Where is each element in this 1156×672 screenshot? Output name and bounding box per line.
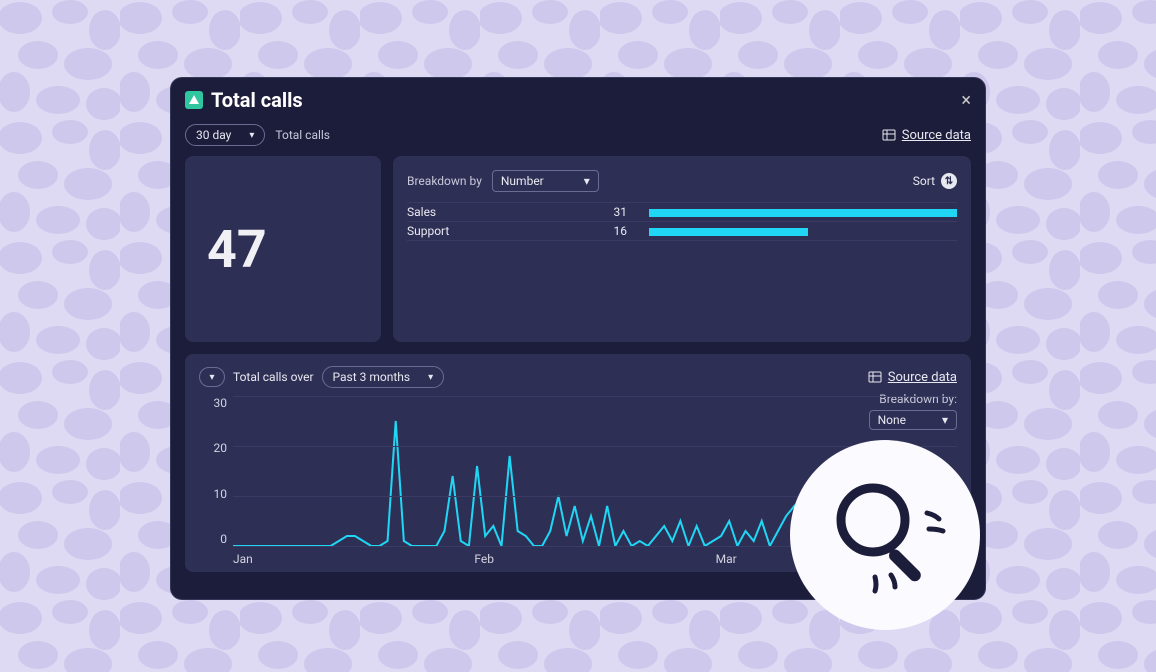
time-range-select[interactable]: 30 day ▾: [185, 124, 265, 146]
source-data-link-top[interactable]: Source data: [882, 128, 971, 143]
kpi-panel: 47: [185, 156, 381, 342]
x-tick-label: Jan: [233, 552, 474, 566]
y-tick-label: 20: [214, 441, 228, 455]
chevron-down-icon: ▾: [428, 372, 433, 383]
chevron-down-icon: ▾: [209, 372, 214, 383]
breakdown-row-name: Support: [407, 224, 597, 238]
chart-options-button[interactable]: ▾: [199, 367, 225, 387]
chart-y-axis: 30 20 10 0: [199, 396, 233, 546]
titlebar: Total calls ×: [171, 78, 985, 120]
breakdown-row: Sales31: [407, 202, 957, 222]
breakdown-panel: Breakdown by Number ▾ Sort ⇅ Sales31Supp…: [393, 156, 971, 342]
gridline: [233, 396, 957, 397]
y-tick-label: 0: [220, 532, 227, 546]
breakdown-row: Support16: [407, 222, 957, 241]
magnifying-glass-icon: [815, 465, 955, 605]
chevron-down-icon: ▾: [584, 174, 590, 188]
breakdown-by-value: Number: [501, 174, 544, 188]
sort-button[interactable]: Sort ⇅: [913, 173, 957, 189]
magnifier-badge: [790, 440, 980, 630]
sort-icon: ⇅: [941, 173, 957, 189]
sort-label: Sort: [913, 174, 935, 188]
y-tick-label: 30: [214, 396, 228, 410]
time-range-value: 30 day: [196, 128, 231, 142]
y-tick-label: 10: [214, 487, 228, 501]
table-icon: [882, 128, 896, 142]
chart-title-label: Total calls over: [233, 370, 314, 384]
breakdown-bar: [649, 228, 808, 236]
breakdown-bar: [649, 209, 957, 217]
breakdown-bar-track: [649, 226, 957, 236]
table-icon: [868, 370, 882, 384]
breakdown-row-value: 16: [597, 224, 627, 238]
kpi-value: 47: [207, 219, 267, 280]
close-button[interactable]: ×: [961, 90, 971, 111]
chevron-down-icon: ▾: [249, 130, 254, 141]
x-tick-label: Feb: [474, 552, 715, 566]
window-title: Total calls: [211, 88, 303, 112]
source-data-label: Source data: [902, 128, 971, 143]
chart-range-select[interactable]: Past 3 months ▾: [322, 366, 445, 388]
chart-range-value: Past 3 months: [333, 370, 411, 384]
source-data-link-chart[interactable]: Source data: [868, 370, 957, 385]
top-toolbar: 30 day ▾ Total calls Source data: [185, 124, 971, 146]
breakdown-by-label: Breakdown by: [407, 174, 482, 188]
app-logo-icon: [185, 91, 203, 109]
source-data-label: Source data: [888, 370, 957, 385]
breakdown-bar-track: [649, 207, 957, 217]
breakdown-row-value: 31: [597, 205, 627, 219]
time-range-label: Total calls: [275, 128, 330, 142]
breakdown-by-select[interactable]: Number ▾: [492, 170, 599, 192]
breakdown-row-name: Sales: [407, 205, 597, 219]
